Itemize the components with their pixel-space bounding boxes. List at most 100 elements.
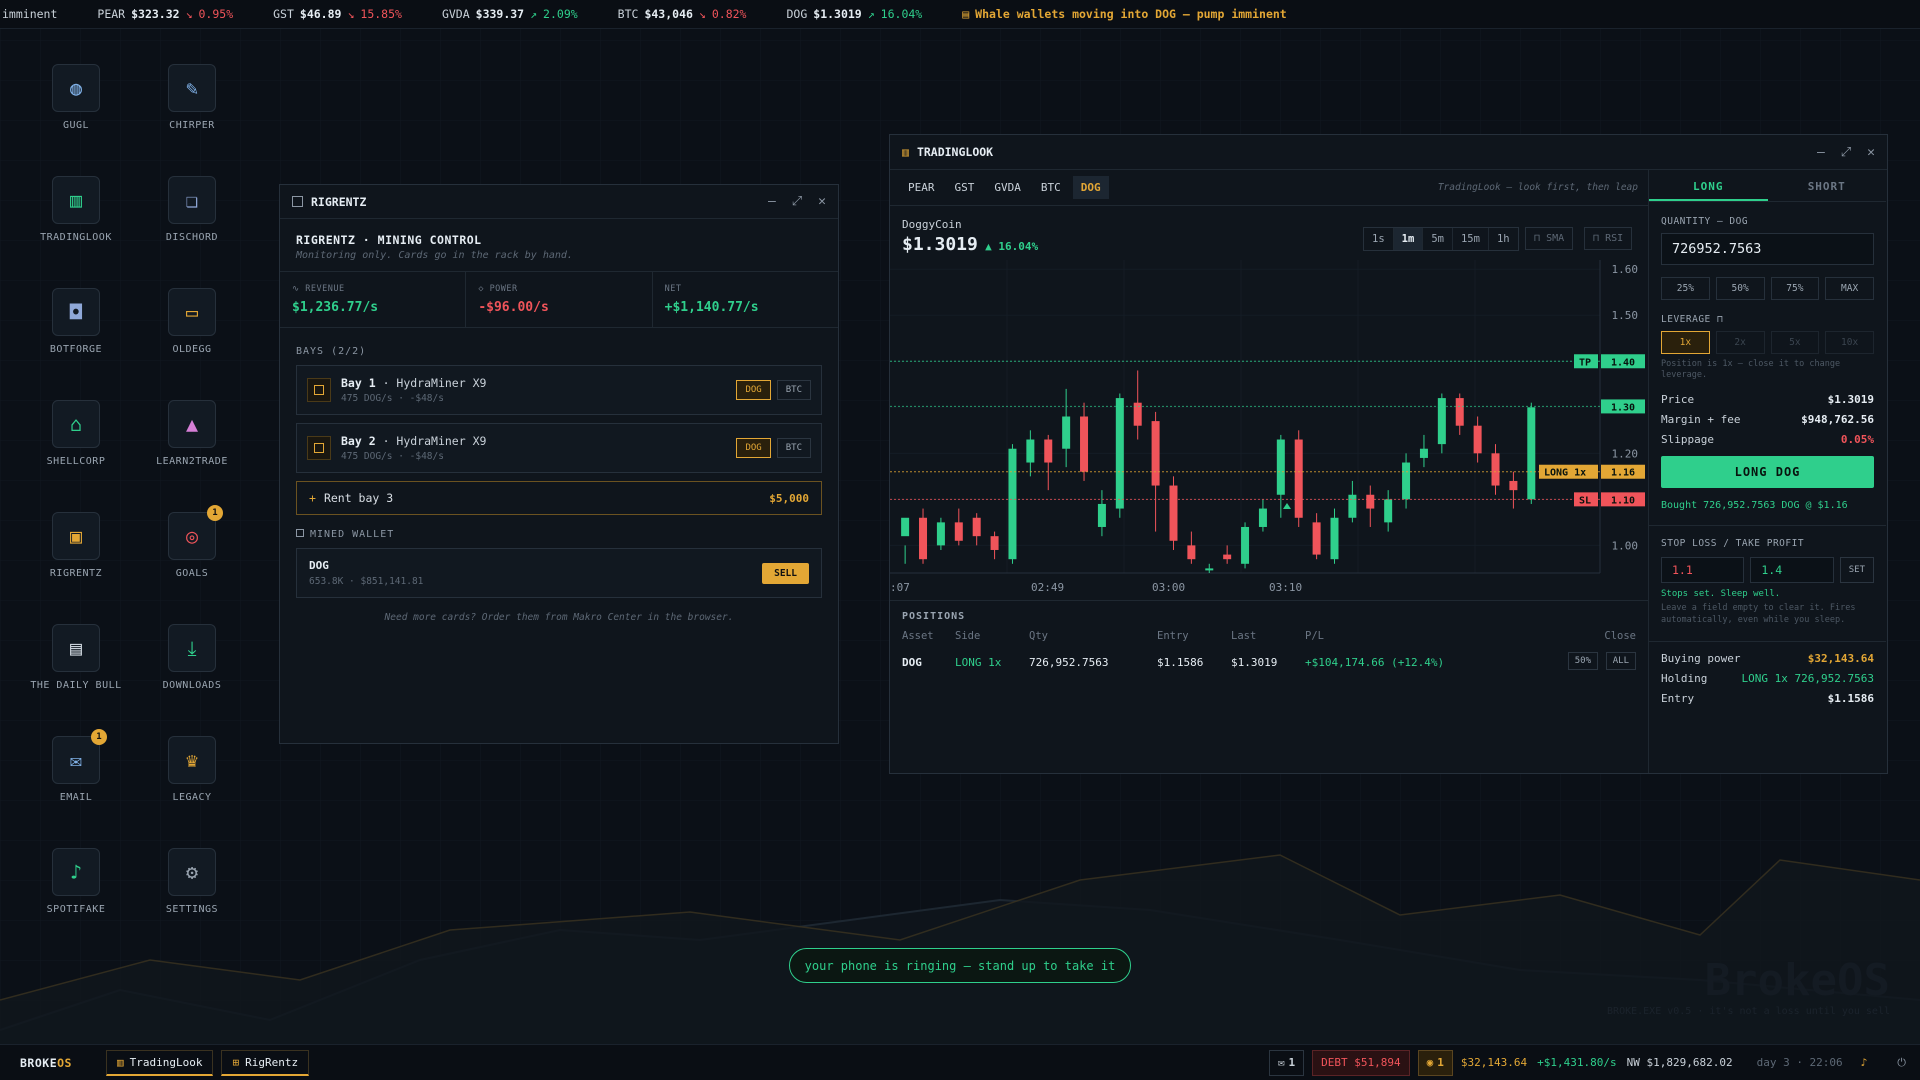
rsi-label: RSI	[1605, 233, 1624, 244]
candlestick-icon: ▥	[69, 188, 83, 212]
desktop-app-dischord[interactable]: ❏ DISCHORD	[142, 176, 242, 243]
rent-bay-button[interactable]: + Rent bay 3 $5,000	[296, 481, 822, 515]
desktop-app-learn2trade[interactable]: ▲ LEARN2TRADE	[142, 400, 242, 467]
music-icon[interactable]: ♪	[1861, 1056, 1868, 1069]
mine-dog-chip[interactable]: DOG	[736, 380, 771, 400]
power-icon[interactable]: ⏻	[1897, 1056, 1906, 1070]
rigrentz-titlebar[interactable]: RIGRENTZ – ⤢ ✕	[280, 185, 838, 219]
ticker-price: $1.3019	[813, 7, 862, 21]
price-chart[interactable]: 1.001.101.201.301.401.501.60TP1.40LONG 1…	[890, 255, 1648, 600]
tf-1s[interactable]: 1s	[1364, 228, 1394, 250]
mail-count: 1	[1288, 1056, 1296, 1069]
tf-1m[interactable]: 1m	[1393, 228, 1424, 250]
desktop-app-legacy[interactable]: ♛ LEGACY	[142, 736, 242, 803]
tab-btc[interactable]: BTC	[1033, 176, 1069, 199]
take-profit-input[interactable]: 1.4	[1750, 557, 1834, 584]
sell-button[interactable]: SELL	[762, 562, 809, 584]
maximize-icon[interactable]: ⤢	[792, 194, 802, 209]
tab-pear[interactable]: PEAR	[900, 176, 943, 199]
coin-name: DoggyCoin	[902, 218, 962, 231]
desktop-app-chirper[interactable]: ✎ CHIRPER	[142, 64, 242, 131]
os-logo[interactable]: BROKE	[20, 1056, 57, 1070]
tab-gvda[interactable]: GVDA	[986, 176, 1029, 199]
desktop-app-spotifake[interactable]: ♪ SPOTIFAKE	[26, 848, 126, 915]
entry-key: Entry	[1661, 691, 1695, 705]
mail-pill[interactable]: ✉ 1	[1268, 1049, 1305, 1076]
task-tradinglook[interactable]: ▥ TradingLook	[105, 1049, 214, 1076]
short-tab[interactable]: SHORT	[1768, 170, 1887, 201]
x-tick-label: :07	[890, 581, 910, 594]
tf-15m[interactable]: 15m	[1453, 228, 1489, 250]
ticker-price: $323.32	[131, 7, 180, 21]
desktop-app-label: RIGRENTZ	[49, 568, 103, 579]
maximize-icon[interactable]: ⤢	[1841, 145, 1851, 160]
pct-max-button[interactable]: MAX	[1825, 277, 1874, 300]
task-rigrentz[interactable]: ⊞ RigRentz	[221, 1049, 310, 1076]
candle-body	[1258, 508, 1267, 527]
desktop-app-shellcorp[interactable]: ⌂ SHELLCORP	[26, 400, 126, 467]
candle-body	[1366, 494, 1375, 509]
mine-dog-chip[interactable]: DOG	[736, 438, 771, 458]
order-panel: LONG SHORT QUANTITY — DOG 726952.7563 25%…	[1648, 170, 1886, 773]
desktop-app-gugl[interactable]: ◍ GUGL	[26, 64, 126, 131]
desktop-app-goals[interactable]: ◎ 1 GOALS	[142, 505, 242, 579]
quantity-input[interactable]: 726952.7563	[1661, 233, 1874, 265]
bay-name: Bay 1	[341, 376, 376, 390]
ticker-change: 16.04%	[880, 7, 923, 21]
tab-gst[interactable]: GST	[947, 176, 983, 199]
desktop-app-tradinglook[interactable]: ▥ TRADINGLOOK	[26, 176, 126, 243]
lev-1x-button[interactable]: 1x	[1661, 331, 1710, 354]
candle-body	[1491, 453, 1500, 486]
candle-body	[1455, 398, 1464, 426]
debt-pill[interactable]: DEBT $51,894	[1312, 1049, 1410, 1076]
news-headline[interactable]: ▤ Whale wallets moving into DOG — pump im…	[962, 7, 1287, 21]
desktop-app-botforge[interactable]: ◘ BOTFORGE	[26, 288, 126, 355]
margin-value: $948,762.56	[1801, 413, 1874, 427]
candle-body	[1276, 439, 1285, 495]
rsi-toggle[interactable]: ⊓ RSI	[1584, 227, 1633, 250]
gear-icon: ⚙	[185, 860, 199, 884]
desktop-app-downloads[interactable]: ⤓ DOWNLOADS	[142, 624, 242, 691]
pct-50-button[interactable]: 50%	[1715, 277, 1765, 300]
minimize-icon[interactable]: –	[768, 194, 776, 209]
notification-toast[interactable]: your phone is ringing — stand up to take…	[789, 948, 1131, 983]
close-icon[interactable]: ✕	[818, 194, 826, 209]
tf-5m[interactable]: 5m	[1423, 228, 1453, 250]
mine-btc-chip[interactable]: BTC	[776, 380, 811, 400]
pct-75-button[interactable]: 75%	[1770, 277, 1820, 300]
slippage-value: 0.05%	[1840, 433, 1874, 447]
desktop-app-the-daily-bull[interactable]: ▤ THE DAILY BULL	[26, 624, 126, 691]
tf-1h[interactable]: 1h	[1489, 228, 1518, 250]
ticker-item: PEAR $323.32 ↘ 0.95%	[97, 7, 233, 21]
coin-pill[interactable]: ◉ 1	[1417, 1049, 1453, 1076]
lev-2x-button[interactable]: 2x	[1715, 331, 1765, 354]
desktop-app-email[interactable]: ✉ 1 EMAIL	[26, 729, 126, 803]
rigrentz-heading: RIGRENTZ · MINING CONTROL	[296, 233, 482, 247]
set-stops-button[interactable]: SET	[1839, 557, 1875, 584]
ticker-price: $43,046	[644, 7, 693, 21]
stop-loss-input[interactable]: 1.1	[1661, 557, 1745, 584]
wallet-coin: DOG	[309, 559, 329, 572]
tradinglook-titlebar[interactable]: ▥ TRADINGLOOK – ⤢ ✕	[890, 135, 1887, 170]
ticker-item: GVDA $339.37 ↗ 2.09%	[442, 7, 578, 21]
pct-25-button[interactable]: 25%	[1661, 277, 1710, 300]
desktop-app-settings[interactable]: ⚙ SETTINGS	[142, 848, 242, 915]
long-tab[interactable]: LONG	[1649, 170, 1768, 201]
sma-toggle[interactable]: ⊓ SMA	[1525, 227, 1574, 250]
desktop-app-rigrentz[interactable]: ▣ RIGRENTZ	[26, 512, 126, 579]
ticker-arrow-icon: ↗	[530, 7, 538, 21]
mine-btc-chip[interactable]: BTC	[776, 438, 811, 458]
long-dog-button[interactable]: LONG DOG	[1661, 456, 1874, 489]
rent-label: Rent bay 3	[323, 491, 394, 505]
close-icon[interactable]: ✕	[1867, 145, 1875, 160]
col-pl: P/L	[1305, 630, 1324, 642]
desktop-app-oldegg[interactable]: ▭ OLDEGG	[142, 288, 242, 355]
lev-10x-button[interactable]: 10x	[1825, 331, 1874, 354]
close-50-button[interactable]: 50%	[1567, 652, 1598, 670]
minimize-icon[interactable]: –	[1817, 145, 1825, 160]
candle-body	[990, 536, 999, 550]
tab-dog[interactable]: DOG	[1072, 176, 1109, 199]
close-all-button[interactable]: ALL	[1605, 652, 1636, 670]
lev-5x-button[interactable]: 5x	[1770, 331, 1820, 354]
desktop-app-label: SPOTIFAKE	[46, 904, 106, 915]
